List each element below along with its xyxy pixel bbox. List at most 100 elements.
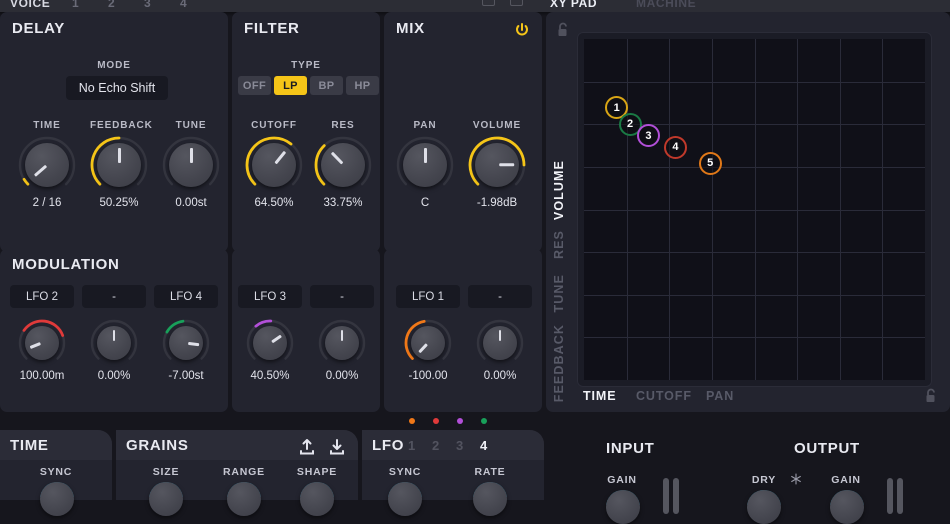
top-voice-bar: VOICE 1 2 3 4 xyxy=(0,0,950,12)
mod-slot-1-button[interactable]: LFO 3 xyxy=(238,285,302,308)
input-meter xyxy=(663,478,679,514)
tab-machine[interactable]: MACHINE xyxy=(636,0,696,10)
unlock-icon-bottom[interactable] xyxy=(924,388,938,404)
unlock-icon-top[interactable] xyxy=(556,22,570,38)
feedback-knob-label: FEEDBACK xyxy=(90,120,153,131)
header-button-1[interactable] xyxy=(482,0,495,6)
output-gain-label: GAIN xyxy=(831,474,861,486)
mod-slot-1-button[interactable]: LFO 1 xyxy=(396,285,460,308)
xypad-y-axis-tune[interactable]: TUNE xyxy=(552,274,566,312)
mod-slot-3-button[interactable]: LFO 4 xyxy=(154,285,218,308)
time-sync-knob[interactable] xyxy=(40,482,74,516)
pan-knob[interactable] xyxy=(396,136,454,194)
xypad-grid[interactable]: 12345 xyxy=(584,39,925,380)
plugin-window: VOICE 1 2 3 4 DELAY MODE No Echo Shift T… xyxy=(0,0,950,524)
delay-mode-label: MODE xyxy=(97,60,131,71)
mod-slot-2-knob[interactable] xyxy=(476,319,524,367)
delay-panel: DELAY MODE No Echo Shift TIME 2 / 16 FEEDB… xyxy=(0,12,228,252)
grid-line-horizontal xyxy=(584,337,925,338)
mod-slot-1-knob[interactable] xyxy=(18,319,66,367)
mod-slot-1-knob-wrap: 100.00m xyxy=(18,319,66,382)
mod-slot-1-button[interactable]: LFO 2 xyxy=(10,285,74,308)
grid-line-horizontal xyxy=(584,82,925,83)
feedback-knob-wrap: FEEDBACK 50.25% xyxy=(90,120,153,209)
time-knob-wrap: TIME 2 / 16 xyxy=(18,120,76,209)
res-knob-wrap: RES 33.75% xyxy=(314,120,372,209)
tune-knob[interactable] xyxy=(162,136,220,194)
filter-title: FILTER xyxy=(244,20,300,37)
mod-slot-1-knob[interactable] xyxy=(404,319,452,367)
input-gain-knob[interactable] xyxy=(606,490,640,524)
feedback-knob[interactable] xyxy=(90,136,148,194)
filter-type-off[interactable]: OFF xyxy=(238,76,271,95)
xypad-panel: VOLUME RES TUNE FEEDBACK 12345 TIME CUTOFF PA… xyxy=(546,12,950,412)
output-gain-knob[interactable] xyxy=(830,490,864,524)
mod-slot-2-button[interactable]: - xyxy=(82,285,146,308)
tab-xy-pad[interactable]: XY PAD xyxy=(550,0,597,10)
grid-line-horizontal xyxy=(584,295,925,296)
header-button-2[interactable] xyxy=(510,0,523,6)
filter-type-bp[interactable]: BP xyxy=(310,76,343,95)
voice-number-3[interactable]: 3 xyxy=(144,0,151,10)
mod-slot-2-button[interactable]: - xyxy=(310,285,374,308)
upload-icon[interactable] xyxy=(298,438,316,456)
lfo-sync-label: SYNC xyxy=(388,466,422,478)
mod-slot-1-knob-wrap: 40.50% xyxy=(246,319,294,382)
delay-mode-dropdown[interactable]: No Echo Shift xyxy=(66,76,168,100)
grains-size-knob[interactable] xyxy=(149,482,183,516)
time-knob[interactable] xyxy=(18,136,76,194)
voice-number-4[interactable]: 4 xyxy=(180,0,187,10)
delay-title: DELAY xyxy=(12,20,65,37)
mod-slot-2-knob[interactable] xyxy=(318,319,366,367)
cutoff-knob[interactable] xyxy=(245,136,303,194)
modulation-panel: MODULATION LFO 2 100.00m - 0.00% LFO 4 -7.00s… xyxy=(0,249,228,412)
xypad-x-axis-cutoff[interactable]: CUTOFF xyxy=(636,389,692,403)
download-icon[interactable] xyxy=(328,438,346,456)
power-icon[interactable] xyxy=(514,22,530,38)
xypad-point-3[interactable]: 3 xyxy=(636,124,660,147)
snowflake-icon[interactable] xyxy=(790,473,802,485)
xypad-x-axis-time[interactable]: TIME xyxy=(583,389,616,403)
output-dry-label: DRY xyxy=(751,474,777,486)
voice-number-2[interactable]: 2 xyxy=(108,0,115,10)
filter-type-hp[interactable]: HP xyxy=(346,76,379,95)
grains-range-knob[interactable] xyxy=(227,482,261,516)
mod-slot-1-knob[interactable] xyxy=(246,319,294,367)
mod-slot-2-value: 0.00% xyxy=(325,370,359,382)
mod-slot-3-knob[interactable] xyxy=(162,319,210,367)
res-value: 33.75% xyxy=(323,197,363,209)
xypad-x-axis-pan[interactable]: PAN xyxy=(706,389,734,403)
output-dry-knob[interactable] xyxy=(747,490,781,524)
lfo-tab-2[interactable]: 2 xyxy=(432,438,439,453)
lfo-rate-knob[interactable] xyxy=(473,482,507,516)
filter-type-lp[interactable]: LP xyxy=(274,76,307,95)
mod-slot-1-value: 40.50% xyxy=(250,370,290,382)
xypad-point-5[interactable]: 5 xyxy=(698,151,722,175)
mod-slot-2-knob[interactable] xyxy=(90,319,138,367)
xypad-grid-frame: 12345 xyxy=(577,32,932,387)
lfo-dot-3 xyxy=(457,418,463,424)
filter-type-label: TYPE xyxy=(291,60,321,71)
xypad-tabbar: XY PAD MACHINE xyxy=(546,0,776,14)
lfo-tab-3[interactable]: 3 xyxy=(456,438,463,453)
volume-knob[interactable] xyxy=(468,136,526,194)
grains-bottom-panel: GRAINS SIZE RANGE SHAPE xyxy=(116,430,358,516)
input-bottom-panel: INPUT GAIN xyxy=(548,430,688,524)
xypad-y-axis-res[interactable]: RES xyxy=(552,230,566,259)
xypad-point-4[interactable]: 4 xyxy=(663,135,687,159)
xypad-y-axis-volume[interactable]: VOLUME xyxy=(552,160,566,220)
lfo-sync-knob[interactable] xyxy=(388,482,422,516)
voice-label: VOICE xyxy=(10,0,51,10)
xypad-y-axis-feedback[interactable]: FEEDBACK xyxy=(552,324,566,402)
lfo-tab-4[interactable]: 4 xyxy=(480,438,487,453)
filter-panel: FILTER TYPE OFF LP BP HP CUTOFF 64.50% RES 33.… xyxy=(232,12,380,252)
grains-range-label: RANGE xyxy=(223,466,265,478)
input-gain-label: GAIN xyxy=(607,474,637,486)
grains-shape-knob[interactable] xyxy=(300,482,334,516)
mod-slot-2-button[interactable]: - xyxy=(468,285,532,308)
mod-slot-2-value: 0.00% xyxy=(97,370,131,382)
filter-type-control[interactable]: OFF LP BP HP xyxy=(238,76,379,95)
voice-number-1[interactable]: 1 xyxy=(72,0,79,10)
res-knob[interactable] xyxy=(314,136,372,194)
lfo-tab-1[interactable]: 1 xyxy=(408,438,415,453)
